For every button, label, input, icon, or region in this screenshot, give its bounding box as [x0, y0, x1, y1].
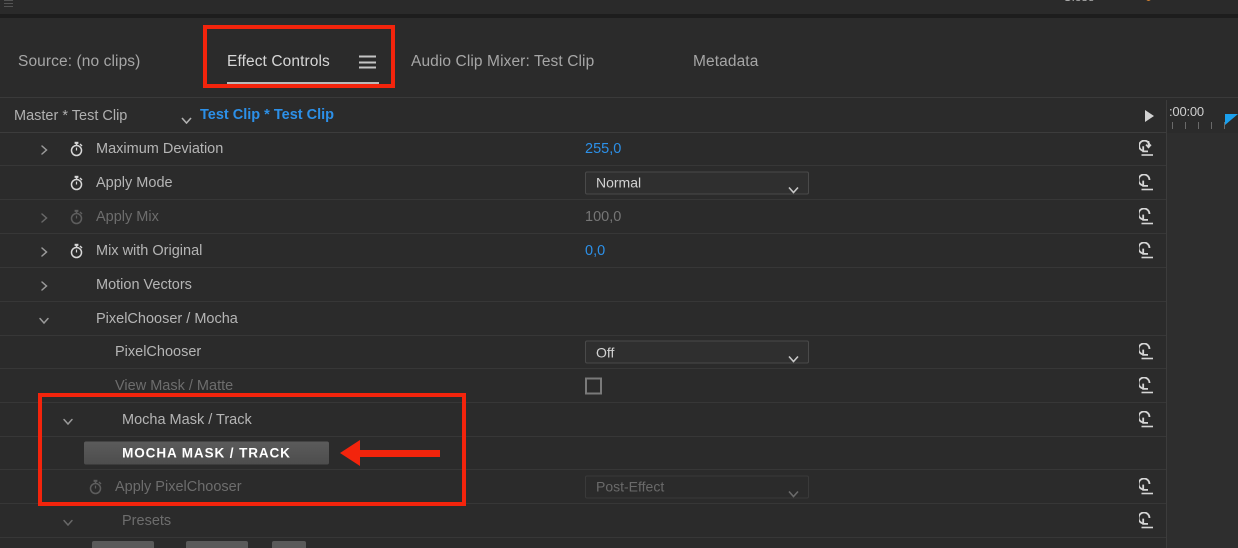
preset-button-label: ? — [285, 545, 294, 548]
property-rows-container: Maximum Deviation 255,0 Apply Mode Normal Ap… — [0, 133, 1166, 548]
property-row[interactable]: Mix with Original 0,0 — [0, 234, 1166, 268]
property-row[interactable]: PixelChooser Off — [0, 336, 1166, 369]
clip-header-row: Master * Test Clip — [0, 100, 1238, 133]
property-label: Apply Mode — [96, 174, 173, 191]
dropdown-value: Off — [596, 344, 615, 360]
stopwatch-icon[interactable] — [69, 209, 84, 225]
drag-grip-icon[interactable] — [4, 0, 13, 9]
property-label: PixelChooser / Mocha — [96, 310, 238, 327]
reset-icon[interactable] — [1137, 241, 1159, 260]
mocha-mask-track-button[interactable]: MOCHA MASK / TRACK — [84, 441, 329, 465]
dropdown-value: Normal — [596, 174, 642, 191]
play-triangle-icon[interactable] — [1145, 110, 1154, 122]
property-value[interactable]: 255,0 — [585, 141, 621, 157]
property-row[interactable]: Apply PixelChooser Post-Effect — [0, 470, 1166, 504]
property-value[interactable]: 100,0 — [585, 209, 621, 225]
property-row[interactable]: MOCHA MASK / TRACK — [0, 437, 1166, 470]
preset-load-button[interactable]: LOAD — [92, 541, 154, 548]
property-label: Motion Vectors — [96, 276, 192, 293]
active-tab-underline — [227, 82, 379, 84]
stopwatch-icon[interactable] — [69, 141, 84, 157]
tab-effect-controls[interactable]: Effect Controls — [227, 53, 330, 71]
mocha-button-arrow-head — [340, 440, 360, 466]
timeline-playhead[interactable] — [1225, 114, 1238, 125]
chevron-down-icon[interactable] — [62, 515, 74, 527]
property-label: Apply Mix — [96, 208, 159, 225]
property-label: Mix with Original — [96, 242, 203, 259]
property-label: PixelChooser — [115, 344, 202, 360]
property-row[interactable]: Apply Mix 100,0 — [0, 200, 1166, 234]
dropdown-value: Post-Effect — [596, 478, 665, 495]
window-cut-label: Close — [1063, 0, 1095, 4]
property-row[interactable]: Maximum Deviation 255,0 — [0, 133, 1166, 166]
mocha-button-arrow-shaft — [360, 450, 440, 457]
hamburger-menu-icon[interactable] — [359, 55, 376, 69]
stopwatch-icon[interactable] — [88, 479, 103, 495]
property-value[interactable]: 0,0 — [585, 243, 605, 259]
chevron-down-icon[interactable] — [38, 313, 50, 325]
reset-icon[interactable] — [1137, 173, 1159, 192]
property-label: View Mask / Matte — [115, 377, 234, 394]
window-top-strip: Close — [0, 0, 1238, 14]
chevron-right-icon[interactable] — [38, 143, 50, 155]
property-label: Maximum Deviation — [96, 141, 224, 157]
tab-source-no-clips[interactable]: Source: (no clips) — [18, 53, 140, 71]
timeline-divider — [1166, 100, 1167, 548]
property-dropdown[interactable]: Off — [585, 340, 809, 364]
preset--button[interactable]: ? — [272, 541, 306, 548]
master-clip-label: Master * Test Clip — [14, 108, 128, 124]
reset-icon[interactable] — [1137, 477, 1159, 496]
reset-icon[interactable] — [1137, 511, 1159, 530]
panel-tab-bar: Source: (no clips) Effect Controls Audio C… — [0, 18, 1238, 98]
property-checkbox[interactable] — [585, 377, 602, 394]
property-row[interactable]: PixelChooser / Mocha — [0, 302, 1166, 336]
preset-save-button[interactable]: SAVE — [186, 541, 248, 548]
reset-icon[interactable] — [1137, 410, 1159, 429]
selected-clip-label: Test Clip * Test Clip — [200, 107, 335, 123]
chevron-down-icon — [788, 350, 799, 363]
stopwatch-icon[interactable] — [69, 175, 84, 191]
timeline-timecode: :00:00 — [1169, 104, 1204, 119]
chevron-right-icon[interactable] — [38, 211, 50, 223]
property-row[interactable]: View Mask / Matte — [0, 369, 1166, 403]
property-label: Apply PixelChooser — [115, 478, 242, 495]
preset-button-label: SAVE — [199, 545, 236, 548]
chevron-down-icon — [788, 484, 799, 498]
chevron-down-icon[interactable] — [181, 111, 192, 125]
property-row[interactable]: Apply Mode Normal — [0, 166, 1166, 200]
reset-icon[interactable] — [1137, 376, 1159, 395]
chevron-right-icon[interactable] — [38, 279, 50, 291]
stopwatch-icon[interactable] — [69, 243, 84, 259]
window-modified-dot-icon — [1146, 0, 1151, 1]
preset-button-label: LOAD — [103, 545, 142, 548]
property-dropdown[interactable]: Post-Effect — [585, 475, 809, 498]
property-label: Presets — [122, 512, 172, 529]
tab-audio-clip-mixer-test-clip[interactable]: Audio Clip Mixer: Test Clip — [411, 53, 594, 71]
tab-bar-rule — [0, 97, 1238, 98]
property-dropdown[interactable]: Normal — [585, 171, 809, 194]
timeline-keyframe-area[interactable] — [1167, 133, 1238, 548]
tab-metadata[interactable]: Metadata — [693, 53, 758, 71]
chevron-down-icon[interactable] — [62, 414, 74, 426]
keyframe-add-icon[interactable] — [1138, 139, 1159, 158]
property-row[interactable]: Motion Vectors — [0, 268, 1166, 302]
premiere-effect-controls-panel: Close Source: (no clips) Effect Controls A… — [0, 0, 1238, 548]
reset-icon[interactable] — [1137, 342, 1159, 361]
property-row[interactable]: Mocha Mask / Track — [0, 403, 1166, 437]
chevron-right-icon[interactable] — [38, 245, 50, 257]
property-row[interactable]: Presets — [0, 504, 1166, 538]
chevron-down-icon — [788, 180, 799, 194]
reset-icon[interactable] — [1137, 207, 1159, 226]
property-label: Mocha Mask / Track — [122, 411, 252, 428]
mocha-mask-track-button-label: MOCHA MASK / TRACK — [122, 445, 291, 461]
